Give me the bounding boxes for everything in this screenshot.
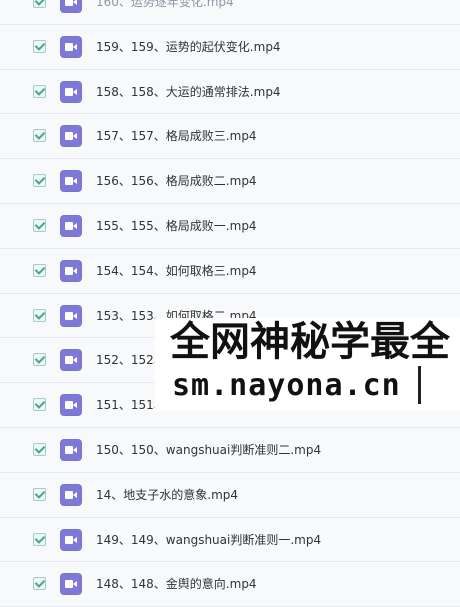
- video-file-icon: [60, 349, 82, 372]
- file-checkbox[interactable]: [33, 532, 46, 546]
- file-row[interactable]: 158、158、大运的通常排法.mp4: [0, 69, 460, 115]
- file-row[interactable]: 160、运势逐年变化.mp4: [0, 0, 460, 25]
- file-name[interactable]: 150、150、wangshuai判断准则二.mp4: [96, 440, 321, 460]
- video-file-icon: [60, 304, 82, 327]
- text-cursor-icon: [418, 366, 421, 404]
- file-checkbox[interactable]: [33, 263, 46, 277]
- file-name[interactable]: 160、运势逐年变化.mp4: [96, 0, 234, 12]
- file-checkbox[interactable]: [33, 442, 46, 456]
- file-row[interactable]: 154、154、如何取格三.mp4: [0, 248, 460, 294]
- file-list: 160、运势逐年变化.mp4 159、159、运势的起伏变化.mp4 158、1…: [0, 0, 460, 607]
- file-name[interactable]: 154、154、如何取格三.mp4: [96, 261, 257, 281]
- video-file-icon: [60, 35, 82, 58]
- video-file-icon: [60, 483, 82, 506]
- file-checkbox[interactable]: [33, 39, 46, 53]
- video-file-icon: [60, 0, 82, 13]
- file-checkbox[interactable]: [33, 0, 46, 8]
- file-row[interactable]: 149、149、wangshuai判断准则一.mp4: [0, 517, 460, 563]
- file-checkbox[interactable]: [33, 129, 46, 143]
- watermark-url: sm.nayona.cn: [172, 368, 401, 403]
- video-file-icon: [60, 394, 82, 417]
- file-name[interactable]: 149、149、wangshuai判断准则一.mp4: [96, 530, 321, 550]
- video-file-icon: [60, 528, 82, 551]
- file-name[interactable]: 14、地支子水的意象.mp4: [96, 485, 238, 505]
- file-checkbox[interactable]: [33, 577, 46, 591]
- video-file-icon: [60, 170, 82, 193]
- video-file-icon: [60, 573, 82, 596]
- watermark-overlay: 全网神秘学最全 sm.nayona.cn: [155, 318, 460, 411]
- file-row[interactable]: 148、148、金舆的意向.mp4: [0, 562, 460, 607]
- file-row[interactable]: 14、地支子水的意象.mp4: [0, 472, 460, 518]
- file-name[interactable]: 148、148、金舆的意向.mp4: [96, 574, 257, 594]
- file-name[interactable]: 155、155、格局成败一.mp4: [96, 216, 257, 236]
- file-checkbox[interactable]: [33, 218, 46, 232]
- video-file-icon: [60, 438, 82, 461]
- file-name[interactable]: 156、156、格局成败二.mp4: [96, 171, 257, 191]
- file-name[interactable]: 157、157、格局成败三.mp4: [96, 126, 257, 146]
- video-file-icon: [60, 214, 82, 237]
- file-checkbox[interactable]: [33, 398, 46, 412]
- video-file-icon: [60, 259, 82, 282]
- file-checkbox[interactable]: [33, 174, 46, 188]
- file-checkbox[interactable]: [33, 353, 46, 367]
- file-name[interactable]: 158、158、大运的通常排法.mp4: [96, 82, 281, 102]
- file-row[interactable]: 150、150、wangshuai判断准则二.mp4: [0, 427, 460, 473]
- video-file-icon: [60, 125, 82, 148]
- file-name[interactable]: 159、159、运势的起伏变化.mp4: [96, 37, 281, 57]
- file-checkbox[interactable]: [33, 308, 46, 322]
- file-row[interactable]: 156、156、格局成败二.mp4: [0, 159, 460, 204]
- file-checkbox[interactable]: [33, 487, 46, 501]
- watermark-title: 全网神秘学最全: [170, 319, 450, 365]
- file-checkbox[interactable]: [33, 84, 46, 98]
- file-row[interactable]: 157、157、格局成败三.mp4: [0, 114, 460, 160]
- video-file-icon: [60, 80, 82, 103]
- file-row[interactable]: 159、159、运势的起伏变化.mp4: [0, 24, 460, 70]
- file-row[interactable]: 155、155、格局成败一.mp4: [0, 203, 460, 249]
